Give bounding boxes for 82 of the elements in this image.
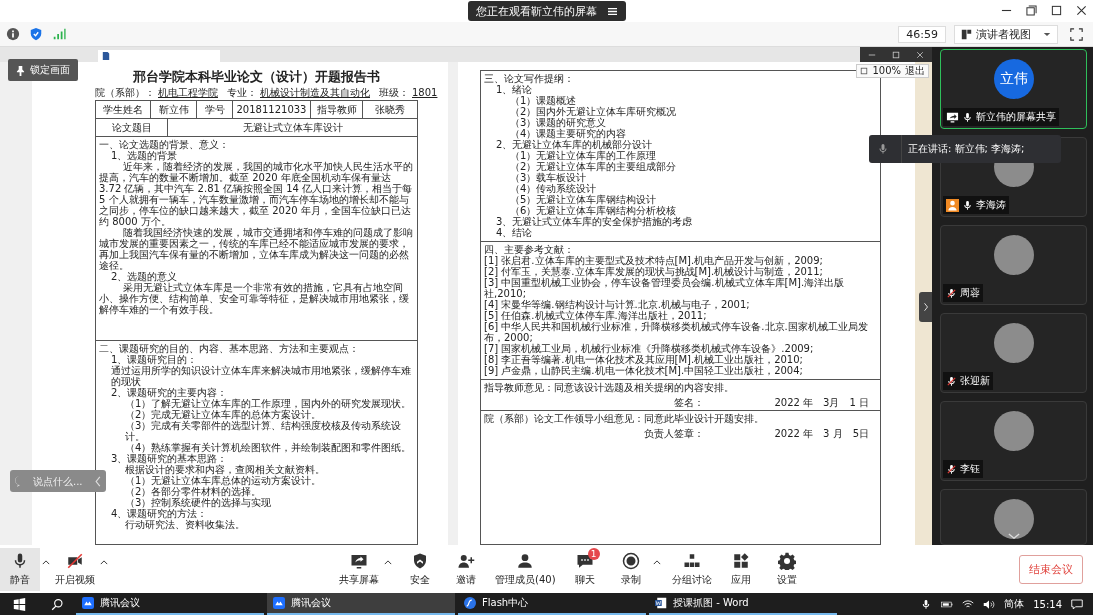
field-label: 班级：	[379, 87, 409, 98]
document-text: 3、无避让式立体车库的安全保护措施的考虑	[495, 216, 694, 227]
document-text: 4、结论	[495, 227, 534, 238]
section-heading: 一、论文选题的背景、意义：	[99, 139, 230, 150]
document-text: （3）控制系统硬件的选择与实现	[124, 497, 273, 508]
document-text: （1）了解无避让立体车库的工作原理，国内外的研究发展现状。	[124, 398, 413, 409]
document-title: 邢台学院本科毕业论文（设计）开题报告书	[133, 68, 380, 86]
participant-name: 李钰	[960, 462, 980, 476]
document-text: （3）完成有关零部件的选型计算、结构强度校核及传动系统设计。	[124, 420, 403, 442]
document-text: 1、课题研究目的：	[110, 354, 199, 365]
reference-entry: [6] 中华人民共和国机械行业标准，升降横移类机械式停车设备.北京.国家机械工业局发布，2000;	[484, 321, 869, 343]
document-text: 2、选题的意义	[110, 271, 179, 282]
document-text: （3）载车板设计	[509, 172, 587, 183]
app-label: Flash中心	[482, 596, 529, 610]
document-text: （3）课题的研究意义	[509, 117, 607, 128]
date-text: 2022 年 3月 1 日	[774, 397, 869, 408]
table-cell-text: 张晓秀	[374, 103, 406, 117]
document-text: 通过运用所学的知识设计立体车库来解决城市用地紧张，缓解停车难的现状	[110, 365, 412, 387]
signature-label: 签名：	[674, 397, 705, 408]
app-label: 腾讯会议	[291, 596, 331, 610]
field-value: 1801	[411, 87, 439, 98]
opinion-text: 指导教师意见：同意该设计选题及相关提纲的内容安排。	[484, 382, 735, 393]
table-cell: 论文题目	[96, 119, 168, 136]
document-text: （2）各部分零件材料的选择。	[124, 486, 263, 497]
document-text: 2、课题研究的主要内容：	[110, 387, 228, 398]
table-cell: 20181121033	[233, 101, 311, 118]
signature-label: 负责人签章：	[644, 428, 705, 439]
reference-entry: [7] 国家机械工业局，机械行业标准《升降横移类机械式停车设备》.2009;	[484, 343, 815, 354]
document-text: 3、课题研究的基本思路：	[110, 453, 228, 464]
document-text: （6）无避让立体车库钢结构分析校核	[509, 205, 677, 216]
app-label: 授课抓图 - Word	[673, 596, 749, 610]
document-text: （4）传动系统设计	[509, 183, 597, 194]
document-text: 4、课题研究的方法：	[110, 508, 208, 519]
field-label: 院（系部）：	[95, 87, 155, 98]
reference-entry: [2] 付军玉，关慧泰.立体车库发展的现状与挑战[M].机械设计与制造，2011;	[484, 266, 823, 277]
document-text: 根据设计的要求和内容，查阅相关文献资料。	[124, 464, 326, 475]
speaking-text: 正在讲话: 靳立伟; 李海涛;	[901, 135, 1025, 163]
document-text: （2）完成无避让立体车库的总体方案设计。	[124, 409, 322, 420]
zoom-value: 100%	[872, 65, 901, 77]
table-cell: 学生姓名	[96, 101, 151, 118]
app-label: 腾讯会议	[100, 596, 140, 610]
opinion-text: 院（系部）论文工作领导小组意见：同意此毕业设计开题安排。	[484, 413, 765, 424]
document-text: 1、绪论	[495, 84, 533, 95]
document-text: 2、无避让立体车库的机械部分设计	[495, 139, 654, 150]
document-text: （1）课题概述	[509, 95, 578, 106]
reference-entry: [5] 任伯森.机械式立体停车库.海洋出版社，2011;	[484, 310, 708, 321]
participant-name: 周蓉	[960, 286, 980, 300]
participant-name: 靳立伟的屏幕共享	[976, 110, 1056, 124]
document-text: 近年来，随着经济的发展，我国的城市化水平加快人民生活水平的提高，汽车的数量不断增加。截至 2020 年底全国机动车保有量达 3.72 亿辆，其中汽车 2.81 亿辆按照全国 14 亿人口来计算，相当于每 5 个人就拥有一辆车，汽车数量激增，而汽车停车场地的增长却不能与之同步，停车位的缺口越来越大，截至 2020 年月，全国车位缺口已达约 8000 万个。	[99, 161, 414, 227]
unread-badge: 1	[587, 547, 600, 560]
participant-name: 张迎新	[960, 374, 990, 388]
reference-entry: [4] 宋曼华等编.钢结构设计与计算.北京.机械与电子，2001;	[484, 299, 751, 310]
reference-entry: [8] 李正吾等编著.机电一体化技术及其应用[M].机械工业出版社，2010;	[484, 354, 804, 365]
table-cell: 学号	[197, 101, 233, 118]
field-label: 专业：	[227, 87, 257, 98]
field-value: 机械设计制造及其自动化	[259, 87, 371, 98]
avatar-initials: 立伟	[993, 59, 1034, 99]
table-cell: 指导教师	[311, 101, 363, 118]
table-cell: 靳立伟	[151, 101, 197, 118]
reference-entry: [3] 中国重型机械工业协会，停车设备管理委员会编.机械式立体车库[M].海洋出版社,2010;	[484, 277, 846, 299]
section-heading: 二、课题研究的目的、内容、基本思路、方法和主要观点：	[99, 343, 360, 354]
document-text: 采用无避让式立体车库是一个非常有效的措施，它具有占地空间小、操作方便、结构简单、安全可靠等特征，是解决城市用地紧张，缓解停车难的一个有效手段。	[99, 282, 410, 315]
reference-entry: [9] 卢金鼎，山静民主编.机电一体化技术[M].中国轻工业出版社，2004;	[484, 365, 804, 376]
date-text: 2022 年 3 月 5日	[774, 428, 869, 439]
meeting-timer: 46:59	[898, 25, 946, 43]
section-heading: 三、论文写作提纲：	[484, 73, 575, 84]
document-text: 行动研究法、资料收集法。	[124, 519, 246, 530]
document-text: （4）熟练掌握有关计算机绘图软件，并绘制装配图和零件图纸。	[124, 442, 413, 453]
document-text: （1）无避让立体车库总体的运动方案设计。	[124, 475, 323, 486]
document-text: 随着我国经济快速的发展，城市交通拥堵和停车难的问题成了影响城市发展的重要因素之一，传统的车库已经不能适应城市发展的要求，再加上我国汽车保有量的不断增加，立体车库成为解决这一问题的必然途径。	[99, 227, 414, 271]
participant-name: 李海涛	[976, 198, 1006, 212]
document-text: 1、选题的背景	[110, 150, 178, 161]
notice-text: 您正在观看靳立伟的屏幕	[475, 3, 597, 19]
section-heading: 四、主要参考文献：	[484, 244, 574, 255]
table-cell-text: 无避让式立体车库设计	[241, 121, 344, 135]
field-value: 机电工程学院	[157, 87, 219, 98]
reference-entry: [1] 张启君.立体车库的主要型式及技术特点[M].机电产品开发与创新，2009;	[484, 255, 824, 266]
document-text: （1）无避让立体车库的工作原理	[509, 150, 657, 161]
document-text: （2）国内外无避让立体车库研究概况	[509, 106, 678, 117]
document-text: （2）无避让立体车库的主要组成部分	[509, 161, 678, 172]
document-text: （4）课题主要研究的内容	[509, 128, 628, 139]
document-text: （5）无避让立体车库钢结构设计	[509, 194, 658, 205]
